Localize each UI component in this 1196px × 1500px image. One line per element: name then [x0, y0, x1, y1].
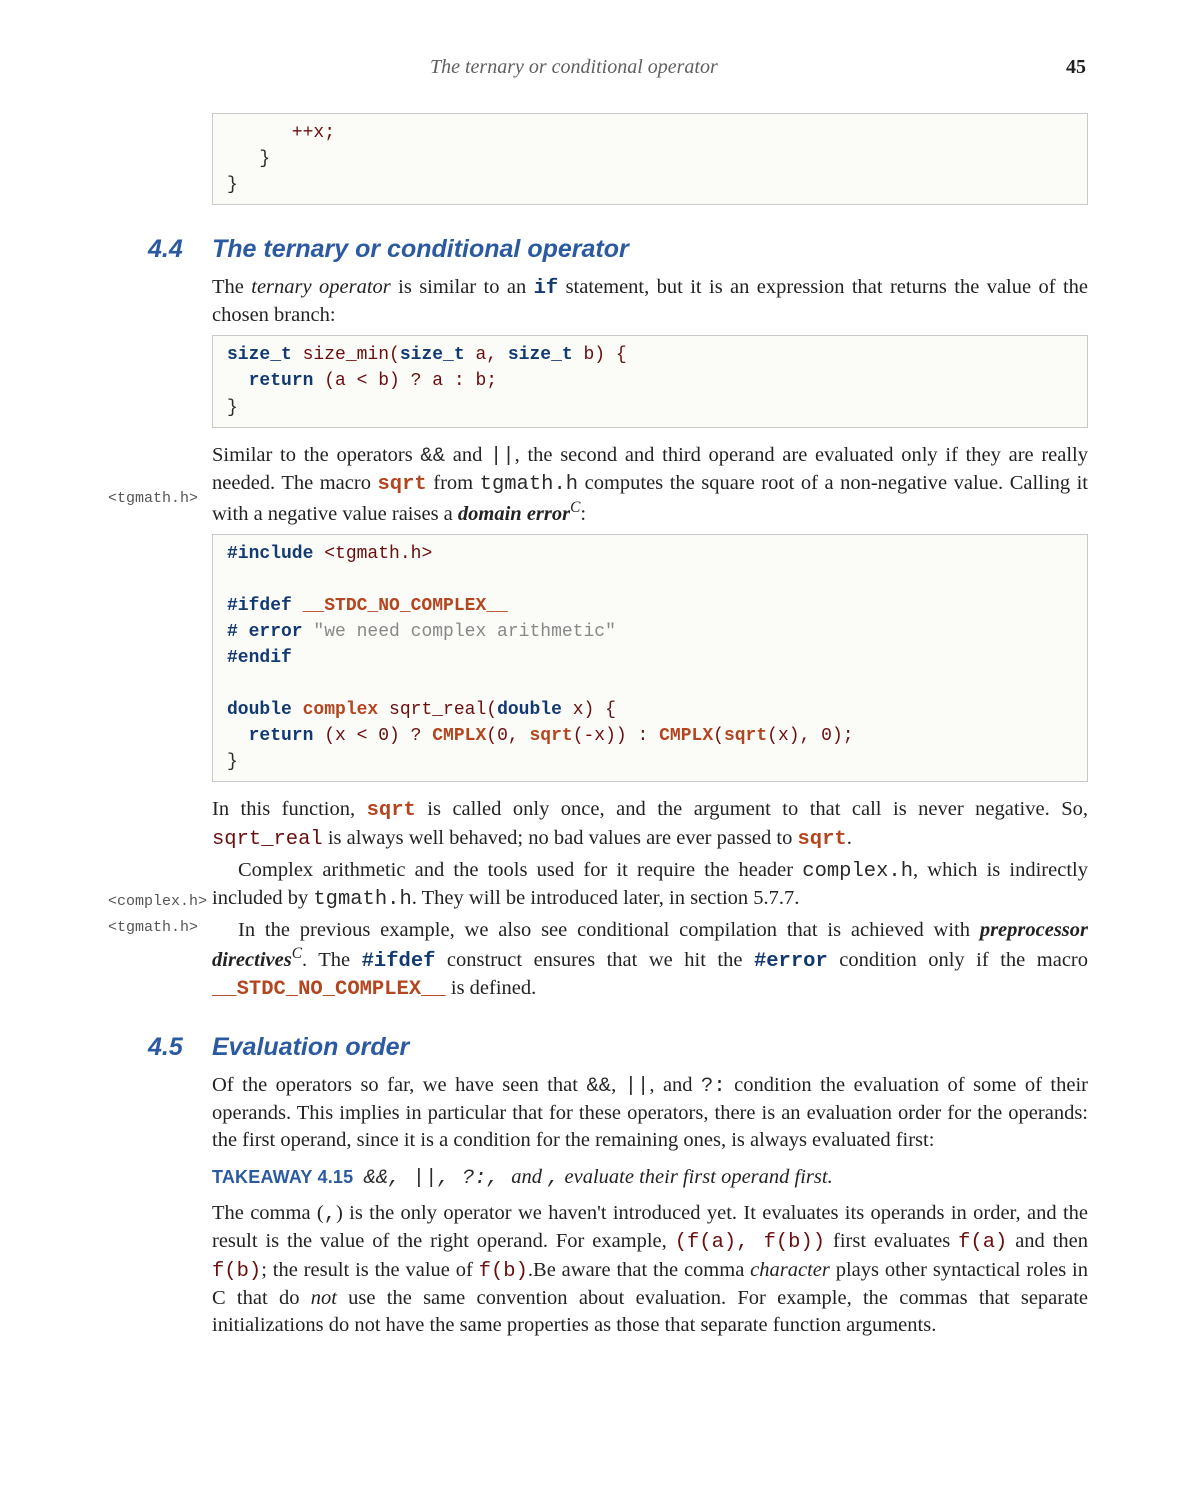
code-block-sqrt-real: #include <tgmath.h> #ifdef __STDC_NO_COM… — [212, 534, 1088, 783]
operator-ternary: ?: — [701, 1075, 726, 1098]
code-block-continuation: ++x; } } — [212, 113, 1088, 205]
code-inline: f(a) — [958, 1231, 1007, 1254]
section-number: 4.4 — [148, 235, 192, 264]
paragraph: Complex arithmetic and the tools used fo… — [212, 857, 1088, 913]
operator-and: && — [586, 1075, 611, 1098]
code-inline: (f(a), f(b)) — [675, 1231, 825, 1254]
operator-or: || — [490, 445, 515, 468]
term-character: character — [750, 1259, 830, 1281]
operator-comma: , — [324, 1203, 336, 1226]
code-inline: f(b) — [212, 1260, 261, 1283]
macro-sqrt: sqrt — [797, 828, 846, 851]
code-line: } — [227, 175, 238, 195]
margin-note-tgmath: <tgmath.h> — [108, 490, 216, 507]
directive-ifdef: #ifdef — [362, 950, 436, 973]
code-line: } — [227, 149, 270, 169]
section-title: Evaluation order — [212, 1033, 409, 1062]
paragraph: The comma (,) is the only operator we ha… — [212, 1200, 1088, 1338]
code-block-size-min: size_t size_min(size_t a, size_t b) { re… — [212, 335, 1088, 427]
paragraph: The ternary operator is similar to an if… — [212, 274, 1088, 329]
c-superscript: C — [570, 499, 580, 516]
paragraph: Similar to the operators && and ||, the … — [212, 442, 1088, 528]
term-ternary: ternary operator — [251, 276, 390, 298]
paragraph: In this function, sqrt is called only on… — [212, 796, 1088, 852]
term-not: not — [311, 1287, 337, 1309]
section-number: 4.5 — [148, 1033, 192, 1062]
takeaway-ops: &&, ||, ?:, — [364, 1167, 512, 1190]
section-heading-4-5: 4.5 Evaluation order — [148, 1033, 1088, 1062]
c-superscript: C — [292, 945, 302, 962]
macro-sqrt: sqrt — [367, 799, 416, 822]
margin-note-tgmath-2: <tgmath.h> — [108, 919, 216, 936]
operator-or: || — [625, 1075, 650, 1098]
paragraph: In the previous example, we also see con… — [212, 917, 1088, 1003]
header-tgmath: tgmath.h — [313, 888, 411, 911]
header-tgmath: tgmath.h — [480, 473, 578, 496]
term-domain-error: domain error — [458, 503, 570, 525]
body-column: ++x; } } 4.4 The ternary or conditional … — [212, 113, 1088, 1339]
keyword-if: if — [534, 277, 559, 300]
section-title: The ternary or conditional operator — [212, 235, 629, 264]
directive-error: #error — [754, 950, 828, 973]
running-head: The ternary or conditional operator 45 — [108, 56, 1088, 79]
macro-stdc-no-complex: __STDC_NO_COMPLEX__ — [212, 978, 446, 1001]
header-complex: complex.h — [802, 860, 913, 883]
code-line: ++x; — [227, 123, 335, 143]
takeaway-4-15: TAKEAWAY 4.15 &&, ||, ?:, and , evaluate… — [212, 1164, 1088, 1193]
running-title: The ternary or conditional operator — [430, 56, 718, 79]
operator-comma: , — [547, 1167, 559, 1190]
code-inline: f(b) — [479, 1260, 528, 1283]
page-number: 45 — [1066, 56, 1086, 79]
page: The ternary or conditional operator 45 +… — [0, 0, 1196, 1403]
operator-and: && — [420, 445, 445, 468]
identifier-sqrt-real: sqrt_real — [212, 828, 323, 851]
paragraph: Of the operators so far, we have seen th… — [212, 1072, 1088, 1154]
macro-sqrt: sqrt — [378, 473, 427, 496]
margin-note-complex: <complex.h> — [108, 893, 216, 910]
takeaway-label: TAKEAWAY 4.15 — [212, 1167, 353, 1187]
section-heading-4-4: 4.4 The ternary or conditional operator — [148, 235, 1088, 264]
